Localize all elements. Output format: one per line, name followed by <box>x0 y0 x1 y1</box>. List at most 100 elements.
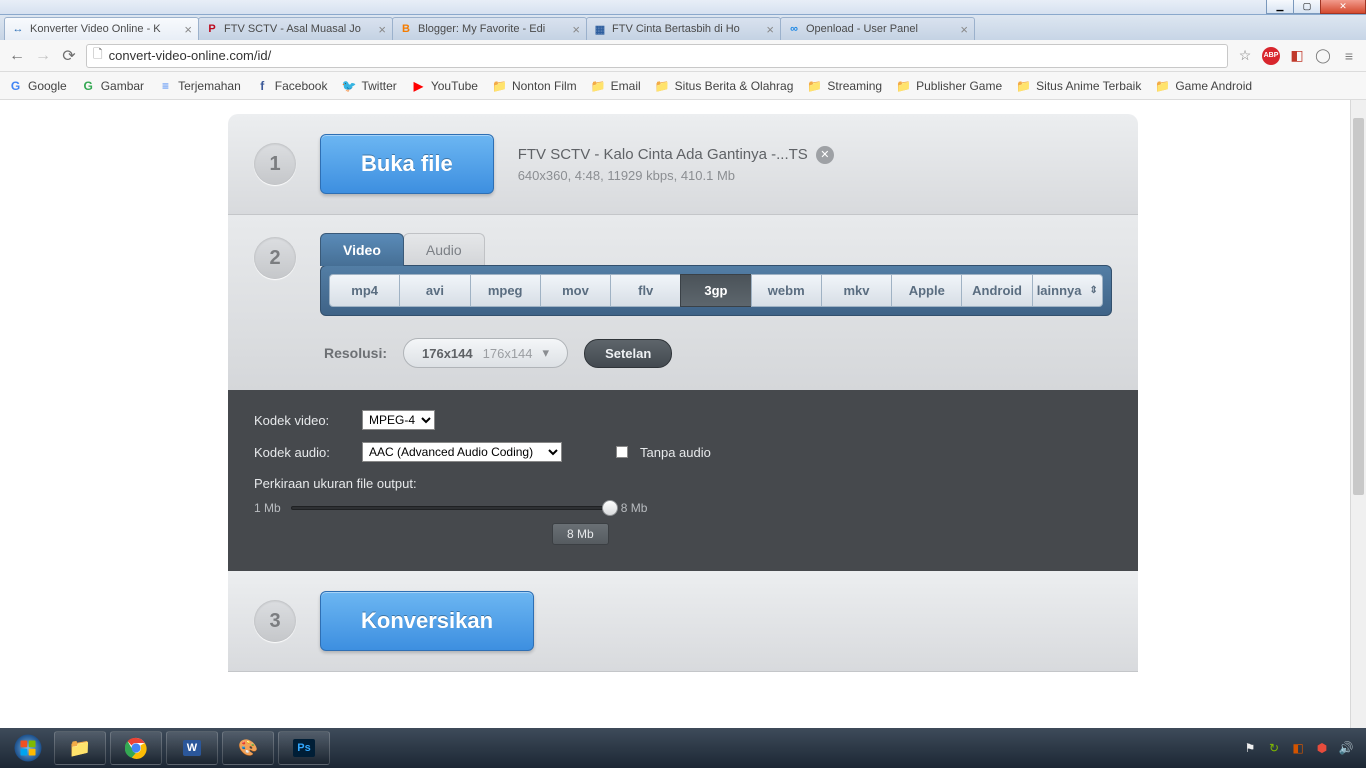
format-bar: mp4avimpegmovflv3gpwebmmkvAppleAndroidla… <box>320 265 1112 316</box>
format-3gp[interactable]: 3gp <box>680 274 751 307</box>
open-file-button[interactable]: Buka file <box>320 134 494 194</box>
bookmark-item[interactable]: 📁Game Android <box>1155 78 1252 93</box>
bookmark-icon: f <box>255 78 270 93</box>
window-maximize-button[interactable]: ▢ <box>1293 0 1321 14</box>
favicon: ▦ <box>593 22 607 36</box>
bookmark-item[interactable]: GGoogle <box>8 78 67 93</box>
format-android[interactable]: Android <box>961 274 1032 307</box>
bookmark-label: Streaming <box>827 79 882 93</box>
close-tab-icon[interactable]: × <box>184 22 192 37</box>
window-close-button[interactable]: ✕ <box>1320 0 1366 14</box>
folder-icon: 📁 <box>655 78 670 93</box>
close-tab-icon[interactable]: × <box>766 22 774 37</box>
bookmark-item[interactable]: ≡Terjemahan <box>158 78 241 93</box>
step-2: 2 Video Audio mp4avimpegmovflv3gpwebmmkv… <box>228 215 1138 390</box>
format-flv[interactable]: flv <box>610 274 681 307</box>
step-1-badge: 1 <box>254 143 296 185</box>
folder-icon: 📁 <box>1016 78 1031 93</box>
size-slider[interactable] <box>291 506 611 510</box>
tray-volume-icon[interactable]: 🔊 <box>1338 740 1354 756</box>
bookmark-star-icon[interactable]: ☆ <box>1236 47 1254 65</box>
tray-network-icon[interactable]: ◧ <box>1290 740 1306 756</box>
close-tab-icon[interactable]: × <box>378 22 386 37</box>
bookmark-item[interactable]: ▶YouTube <box>411 78 478 93</box>
estimate-label: Perkiraan ukuran file output: <box>254 476 1112 491</box>
converter-card: 1 Buka file FTV SCTV - Kalo Cinta Ada Ga… <box>228 114 1138 728</box>
taskbar-photoshop[interactable]: Ps <box>278 731 330 765</box>
tab-audio[interactable]: Audio <box>403 233 485 266</box>
bookmark-item[interactable]: 🐦Twitter <box>341 78 396 93</box>
bookmark-bar: GGoogle GGambar ≡Terjemahan fFacebook 🐦Twitt… <box>0 72 1366 100</box>
folder-icon: 📁 <box>492 78 507 93</box>
slider-thumb[interactable] <box>602 500 618 516</box>
taskbar-chrome[interactable] <box>110 731 162 765</box>
adblock-icon[interactable]: ABP <box>1262 47 1280 65</box>
browser-tab[interactable]: ∞Openload - User Panel× <box>780 17 975 40</box>
bookmark-icon: 🐦 <box>341 78 356 93</box>
sort-icon: ⇕ <box>1089 285 1097 296</box>
bookmark-item[interactable]: 📁Situs Anime Terbaik <box>1016 78 1141 93</box>
video-codec-select[interactable]: MPEG-4 <box>362 410 435 430</box>
browser-tab[interactable]: ↔Konverter Video Online - K× <box>4 17 199 40</box>
resolution-dropdown[interactable]: 176x144 176x144 ▾ <box>403 338 568 368</box>
tray-shield-icon[interactable]: ⬢ <box>1314 740 1330 756</box>
audio-codec-select[interactable]: AAC (Advanced Audio Coding) <box>362 442 562 462</box>
taskbar-paint[interactable]: 🎨 <box>222 731 274 765</box>
format-webm[interactable]: webm <box>751 274 822 307</box>
no-audio-label: Tanpa audio <box>640 445 711 460</box>
favicon: B <box>399 22 413 36</box>
taskbar-word[interactable]: W <box>166 731 218 765</box>
bookmark-item[interactable]: GGambar <box>81 78 144 93</box>
bookmark-item[interactable]: 📁 Streaming <box>807 78 882 93</box>
remove-file-button[interactable]: ✕ <box>816 146 834 164</box>
format-mov[interactable]: mov <box>540 274 611 307</box>
address-bar[interactable]: 🗋 convert-video-online.com/id/ <box>86 44 1228 68</box>
step-1: 1 Buka file FTV SCTV - Kalo Cinta Ada Ga… <box>228 114 1138 215</box>
format-mp4[interactable]: mp4 <box>329 274 400 307</box>
reload-button[interactable]: ⟳ <box>60 46 78 66</box>
favicon: ↔ <box>11 22 25 36</box>
tray-flag-icon[interactable]: ⚑ <box>1242 740 1258 756</box>
bookmark-item[interactable]: 📁Email <box>591 78 641 93</box>
forward-button[interactable]: → <box>34 47 52 65</box>
bookmark-item[interactable]: 📁Situs Berita & Olahrag <box>655 78 794 93</box>
profile-icon[interactable]: ◯ <box>1314 47 1332 65</box>
close-tab-icon[interactable]: × <box>960 22 968 37</box>
format-lainnya[interactable]: lainnya ⇕ <box>1032 274 1103 307</box>
advanced-panel: Kodek video: MPEG-4 Kodek audio: AAC (Ad… <box>228 390 1138 571</box>
format-apple[interactable]: Apple <box>891 274 962 307</box>
format-avi[interactable]: avi <box>399 274 470 307</box>
folder-icon: 📁 <box>807 78 822 93</box>
bookmark-label: Google <box>28 79 67 93</box>
tab-video[interactable]: Video <box>320 233 404 266</box>
browser-tab[interactable]: B Blogger: My Favorite - Edi × <box>392 17 587 40</box>
tab-label: Blogger: My Favorite - Edi <box>418 23 567 35</box>
extension-icon[interactable]: ◧ <box>1288 47 1306 65</box>
slider-value-bubble: 8 Mb <box>552 523 609 545</box>
menu-icon[interactable]: ≡ <box>1340 47 1358 65</box>
format-mkv[interactable]: mkv <box>821 274 892 307</box>
window-minimize-button[interactable]: ▁ <box>1266 0 1294 14</box>
audio-codec-label: Kodek audio: <box>254 445 350 460</box>
bookmark-item[interactable]: 📁Publisher Game <box>896 78 1002 93</box>
convert-button[interactable]: Konversikan <box>320 591 534 651</box>
bookmark-label: Nonton Film <box>512 79 577 93</box>
back-button[interactable]: ← <box>8 47 26 65</box>
no-audio-checkbox[interactable] <box>616 446 628 458</box>
vertical-scrollbar[interactable] <box>1350 100 1366 728</box>
start-button[interactable] <box>6 731 50 765</box>
format-mpeg[interactable]: mpeg <box>470 274 541 307</box>
taskbar-explorer[interactable]: 📁 <box>54 731 106 765</box>
tray-sync-icon[interactable]: ↻ <box>1266 740 1282 756</box>
bookmark-icon: ▶ <box>411 78 426 93</box>
close-tab-icon[interactable]: × <box>572 22 580 37</box>
resolution-sub: 176x144 <box>483 346 533 361</box>
bookmark-label: Game Android <box>1175 79 1252 93</box>
settings-button[interactable]: Setelan <box>584 339 672 368</box>
file-name: FTV SCTV - Kalo Cinta Ada Gantinya -...T… <box>518 146 808 163</box>
browser-tab[interactable]: PFTV SCTV - Asal Muasal Jo× <box>198 17 393 40</box>
bookmark-item[interactable]: fFacebook <box>255 78 328 93</box>
browser-tab[interactable]: ▦FTV Cinta Bertasbih di Ho× <box>586 17 781 40</box>
tab-label: FTV SCTV - Asal Muasal Jo <box>224 23 373 35</box>
bookmark-item[interactable]: 📁 Nonton Film <box>492 78 577 93</box>
